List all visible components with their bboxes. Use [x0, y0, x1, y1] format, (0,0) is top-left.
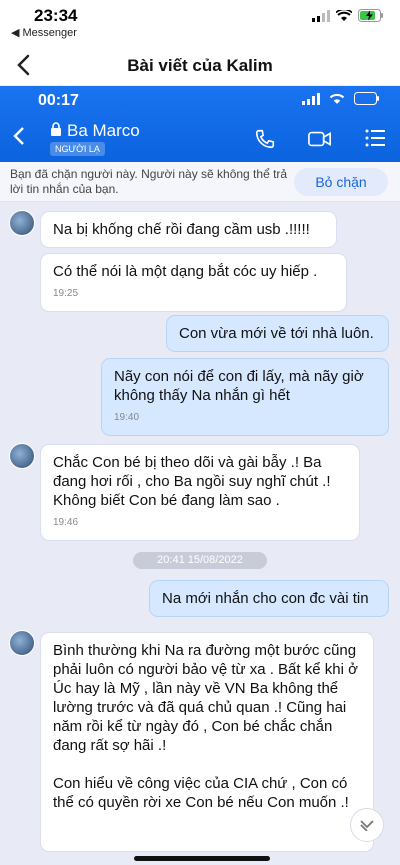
battery-icon	[354, 92, 379, 105]
message-text: Con hiểu về công việc của CIA chứ , Con …	[53, 775, 349, 811]
status-time: 23:34	[34, 6, 78, 25]
message-incoming: Chắc Con bé bị theo dõi và gài bẫy .! Ba…	[40, 444, 360, 541]
date-separator: 20:41 15/08/2022	[133, 552, 267, 569]
message-time: 19:46	[53, 517, 79, 528]
message-text: Nãy con nói để con đi lấy, mà nãy giờ kh…	[114, 368, 364, 404]
back-to-messenger-link[interactable]: ◀ Messenger	[11, 26, 77, 39]
message-text: Na mới nhắn cho con đc vài tin	[162, 590, 369, 607]
wifi-icon	[329, 93, 345, 104]
chat-back-icon[interactable]	[12, 126, 26, 146]
chat-actions	[254, 128, 386, 150]
message-text: Bình thường khi Na ra đường một bước cũn…	[53, 642, 358, 754]
chevron-down-icon	[360, 820, 374, 831]
chat-status-time: 00:17	[38, 92, 79, 109]
signal-icon	[302, 92, 320, 105]
phone-icon[interactable]	[254, 128, 276, 150]
lock-icon	[51, 122, 61, 136]
home-indicator	[134, 856, 270, 861]
message-incoming: Na bị khống chế rồi đang cầm usb .!!!!!	[40, 211, 337, 248]
post-header: Bài viết của Kalim	[0, 44, 400, 86]
battery-charging-icon	[358, 9, 383, 22]
blocked-notice: Bạn đã chặn người này. Người này sẽ khôn…	[0, 162, 400, 202]
message-text: Con vừa mới về tới nhà luôn.	[179, 325, 374, 342]
blocked-notice-text: Bạn đã chặn người này. Người này sẽ khôn…	[10, 167, 288, 196]
message-time: 19:25	[53, 288, 79, 299]
message-time: 19:40	[114, 412, 140, 423]
chat-header: 00:17 Ba Marco NGƯỜI LẠ	[0, 86, 400, 162]
video-call-icon[interactable]	[308, 128, 332, 150]
status-icons	[312, 9, 384, 22]
avatar	[9, 630, 35, 656]
chat-screenshot-image: 00:17 Ba Marco NGƯỜI LẠ Bạn đã chặn ngườ…	[0, 86, 400, 865]
chat-status-icons	[302, 92, 380, 105]
wifi-icon	[336, 9, 352, 21]
message-text: Chắc Con bé bị theo dõi và gài bẫy .! Ba…	[53, 454, 331, 509]
menu-icon[interactable]	[364, 128, 386, 148]
message-outgoing: Na mới nhắn cho con đc vài tin	[149, 580, 389, 617]
unblock-button[interactable]: Bỏ chặn	[294, 168, 388, 196]
message-incoming: Bình thường khi Na ra đường một bước cũn…	[40, 632, 374, 852]
avatar	[9, 443, 35, 469]
message-outgoing: Con vừa mới về tới nhà luôn.	[166, 315, 389, 352]
stranger-badge: NGƯỜI LẠ	[50, 142, 105, 156]
message-incoming: Có thể nói là một dạng bắt cóc uy hiếp .…	[40, 253, 347, 312]
page-title: Bài viết của Kalim	[127, 56, 273, 75]
message-text: Na bị khống chế rồi đang cầm usb .!!!!!	[53, 221, 310, 238]
message-text: Có thể nói là một dạng bắt cóc uy hiếp .	[53, 263, 318, 280]
contact-name: Ba Marco	[67, 121, 140, 140]
signal-icon	[312, 9, 330, 22]
message-outgoing: Nãy con nói để con đi lấy, mà nãy giờ kh…	[101, 358, 389, 436]
status-bar: 23:34 ◀ Messenger	[0, 0, 400, 42]
scroll-down-button[interactable]	[350, 808, 384, 842]
avatar	[9, 210, 35, 236]
